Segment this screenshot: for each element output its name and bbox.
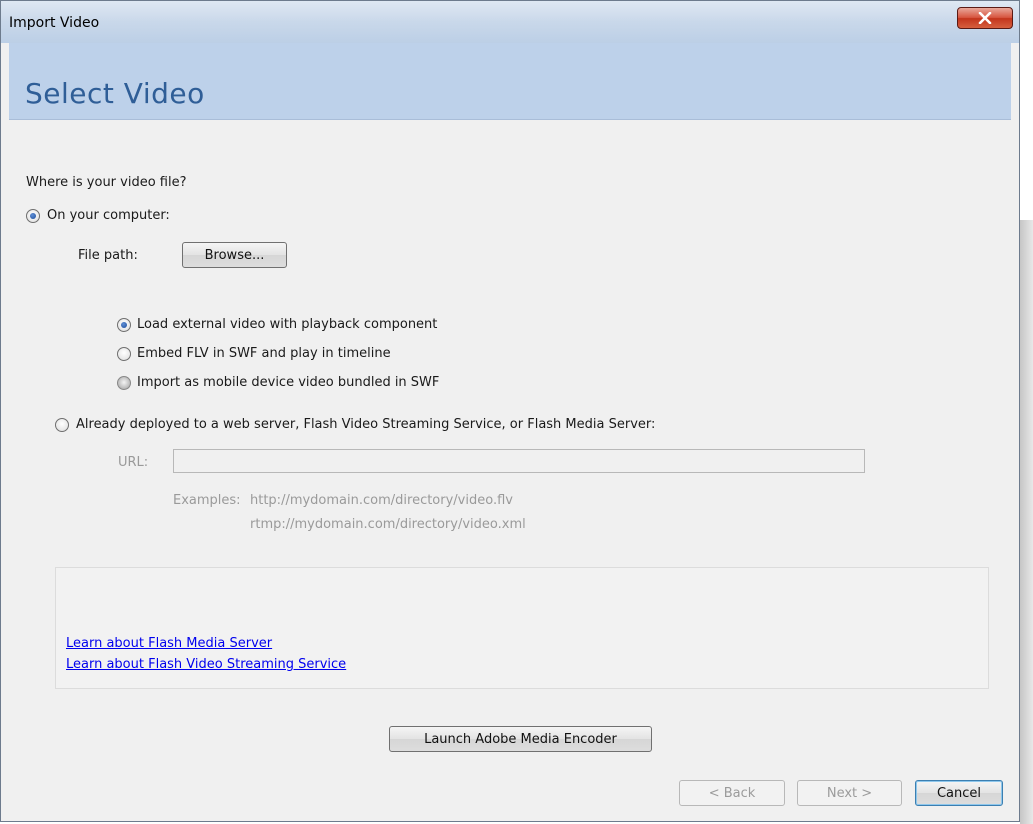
deployed-radio[interactable] [55,418,69,432]
close-icon [978,12,992,24]
question-label: Where is your video file? [26,175,187,190]
example-url-rtmp: rtmp://mydomain.com/directory/video.xml [250,517,526,532]
learn-flash-media-server-link[interactable]: Learn about Flash Media Server [66,636,272,651]
window-title: Import Video [9,15,100,31]
import-video-dialog: Import Video Select Video Where is your … [0,0,1020,822]
examples-label: Examples: [173,493,241,508]
learn-flash-video-streaming-link[interactable]: Learn about Flash Video Streaming Servic… [66,657,346,672]
close-button[interactable] [957,7,1013,29]
browse-button[interactable]: Browse... [182,242,287,268]
next-button[interactable]: Next > [797,780,902,806]
on-computer-radio[interactable] [26,209,40,223]
launch-media-encoder-button[interactable]: Launch Adobe Media Encoder [389,726,652,752]
option-mobile-video-label[interactable]: Import as mobile device video bundled in… [137,375,439,390]
option-embed-flv-radio[interactable] [117,347,131,361]
deployed-label[interactable]: Already deployed to a web server, Flash … [76,417,655,432]
option-load-external-label[interactable]: Load external video with playback compon… [137,317,437,332]
url-input[interactable] [173,449,865,473]
option-load-external-radio[interactable] [117,318,131,332]
title-bar[interactable]: Import Video [1,1,1019,43]
header-band: Select Video [9,43,1011,120]
option-mobile-video-radio[interactable] [117,376,131,390]
on-computer-label[interactable]: On your computer: [47,208,170,223]
background-scrollbar [1020,220,1033,824]
info-panel: Learn about Flash Media Server Learn abo… [55,567,989,689]
cancel-button[interactable]: Cancel [915,780,1003,806]
option-embed-flv-label[interactable]: Embed FLV in SWF and play in timeline [137,346,391,361]
back-button[interactable]: < Back [679,780,785,806]
file-path-label: File path: [78,248,138,263]
url-label: URL: [118,455,149,470]
dialog-content: Select Video Where is your video file? O… [9,43,1011,815]
page-title: Select Video [25,77,205,110]
example-url-flv: http://mydomain.com/directory/video.flv [250,493,513,508]
